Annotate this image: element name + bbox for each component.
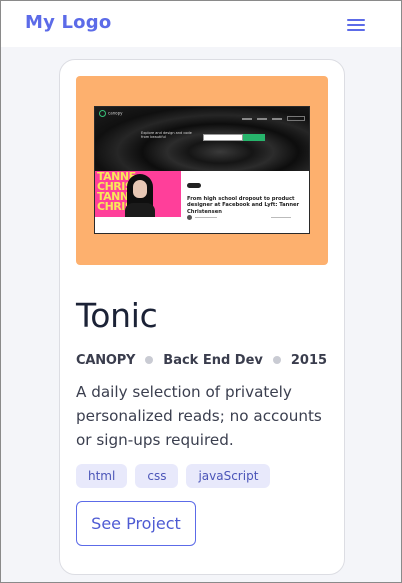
screenshot-search-box: [203, 134, 243, 141]
screenshot-avatar: [187, 215, 192, 220]
screenshot-search-button: [243, 134, 265, 141]
separator-dot: [272, 356, 281, 364]
project-card: canopy Explore and design and code from …: [59, 59, 345, 575]
project-year: 2015: [290, 352, 328, 368]
project-description: A daily selection of privately personali…: [76, 383, 322, 449]
tag-javascript: javaScript: [186, 464, 271, 488]
tag-html: html: [76, 464, 128, 488]
project-client: CANOPY: [76, 352, 136, 368]
top-header: My Logo: [1, 1, 401, 47]
see-project-button[interactable]: See Project: [76, 501, 196, 546]
screenshot-headline: From high school dropout to product desi…: [187, 196, 300, 215]
screenshot-brand: canopy: [99, 110, 123, 117]
screenshot-tagline: Explore and design and code from beautif…: [141, 131, 192, 139]
screenshot-article-pill: [187, 183, 201, 188]
screenshot-article-meta: [187, 215, 305, 221]
portrait-shirt: [125, 203, 155, 217]
screenshot-hero: canopy Explore and design and code from …: [95, 107, 309, 171]
website-screenshot: canopy Explore and design and code from …: [94, 106, 310, 234]
tech-tags: html css javaScript: [76, 464, 271, 488]
portrait-face: [133, 180, 147, 198]
screenshot-article: From high school dropout to product desi…: [187, 175, 305, 215]
project-role: Back End Dev: [163, 352, 263, 368]
screenshot-nav: [237, 110, 305, 122]
logo-link[interactable]: My Logo: [25, 12, 111, 33]
project-title: Tonic: [76, 296, 158, 335]
app-frame: My Logo canopy Explore and design and co…: [0, 0, 402, 583]
project-preview-image: canopy Explore and design and code from …: [76, 76, 328, 265]
screenshot-portrait: TANNE CHRIS TANNE CHRIS: [95, 171, 181, 217]
separator-dot: [145, 356, 154, 364]
project-meta: CANOPY Back End Dev 2015: [76, 351, 327, 369]
hamburger-menu-icon[interactable]: [345, 16, 367, 34]
tag-css: css: [135, 464, 179, 488]
